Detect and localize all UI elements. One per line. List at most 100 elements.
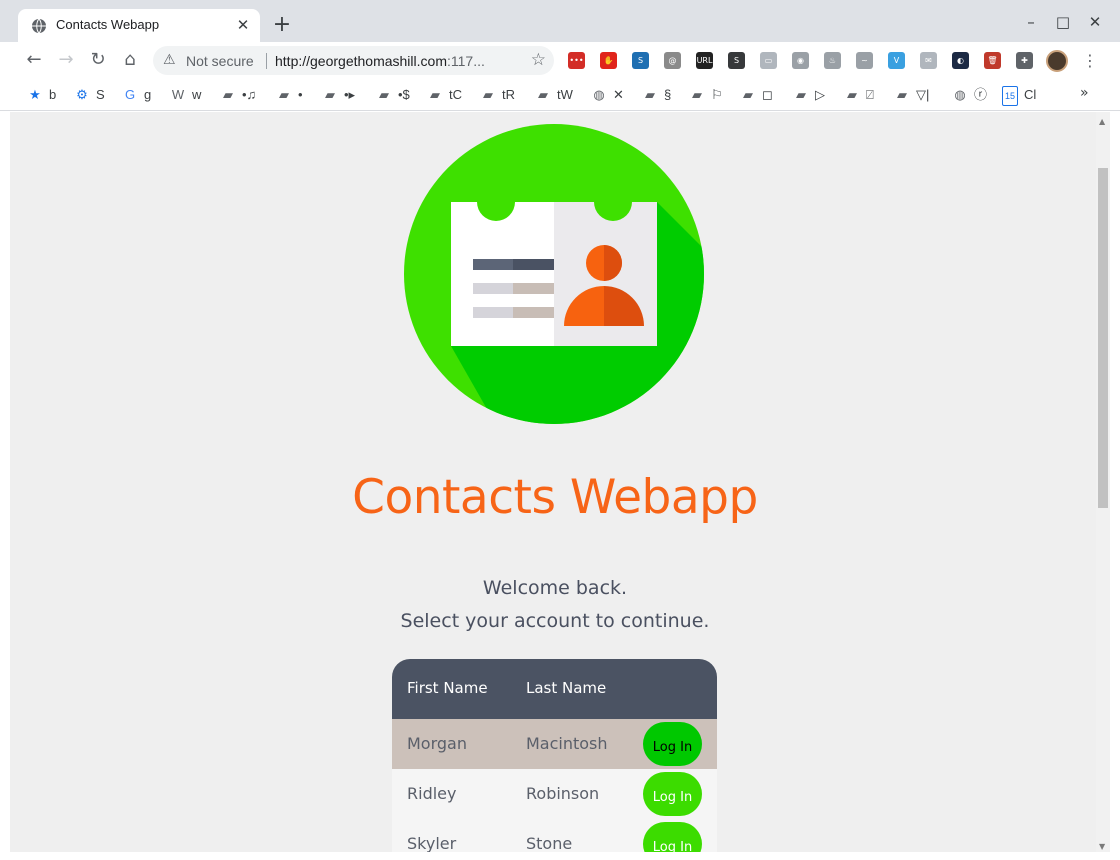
bookmark-item[interactable]: Ww <box>170 86 202 104</box>
trash-ext-icon[interactable]: 🗑 <box>984 52 1001 69</box>
bookmark-icon: ⚙ <box>76 87 88 102</box>
bookmark-label: tW <box>557 87 573 102</box>
bookmark-item[interactable]: 15 Cl <box>1002 86 1036 106</box>
window-frame-right <box>1110 112 1120 860</box>
row-first-name: Ridley <box>407 784 457 803</box>
bookmark-item[interactable]: ⚙ S <box>74 86 105 104</box>
url-ext-icon[interactable]: URL <box>696 52 713 69</box>
table-row[interactable]: Morgan Macintosh Log In <box>392 719 717 769</box>
reload-button[interactable]: ↻ <box>86 48 110 72</box>
bookmark-icon: ▰ <box>379 87 389 102</box>
bookmark-item[interactable]: ▰ ⍁ <box>844 86 874 104</box>
bookmark-icon: ▰ <box>483 87 493 102</box>
bookmark-icon: ▰ <box>645 87 655 102</box>
bookmark-icon: ▰ <box>743 87 753 102</box>
s2-ext-icon[interactable]: S <box>728 52 745 69</box>
bookmark-icon: ▰ <box>430 87 440 102</box>
lastpass-icon[interactable]: ••• <box>568 52 585 69</box>
bookmark-item[interactable]: ▰ § <box>642 86 671 104</box>
bookmark-item[interactable]: ▰ ⚐ <box>689 86 723 104</box>
bookmark-item[interactable]: ▰ tW <box>535 86 573 104</box>
bookmark-item[interactable]: ▰ •$ <box>376 86 410 104</box>
bookmark-item[interactable]: ◍ ✕ <box>591 86 624 104</box>
adblock-icon[interactable]: ✋ <box>600 52 617 69</box>
globe-icon <box>32 18 46 34</box>
table-row[interactable]: Ridley Robinson Log In <box>392 769 717 819</box>
bookmark-icon: ▰ <box>692 87 702 102</box>
welcome-text: Welcome back. <box>482 577 628 599</box>
url-host: http://georgethomashill.com <box>275 53 447 69</box>
bookmark-icon: ★ <box>29 87 41 102</box>
bookmark-item[interactable]: ▰ ▽| <box>894 86 929 104</box>
bookmark-icon: ▰ <box>897 87 907 102</box>
wave-ext-icon[interactable]: ~ <box>856 52 873 69</box>
card-ext-icon[interactable]: ▭ <box>760 52 777 69</box>
url-rest: :117... <box>446 53 485 69</box>
bookmark-star-icon[interactable]: ☆ <box>531 50 546 70</box>
bookmark-item[interactable]: ◍ ⓡ <box>952 86 987 104</box>
tab-close-icon[interactable]: ✕ <box>234 16 252 34</box>
home-button[interactable]: ⌂ <box>118 48 142 72</box>
bookmark-item[interactable]: ▰ ◻ <box>740 86 773 104</box>
table-row[interactable]: Skyler Stone Log In <box>392 819 717 852</box>
bookmark-icon: ▰ <box>796 87 806 102</box>
note-ext-icon[interactable]: @ <box>664 52 681 69</box>
profile-avatar[interactable] <box>1046 50 1068 72</box>
bookmark-label: S <box>96 87 105 102</box>
tab-contacts-webapp[interactable]: Contacts Webapp ✕ <box>18 9 260 42</box>
accounts-table: First Name Last Name Morgan Macintosh Lo… <box>392 659 717 852</box>
bookmark-label: ✕ <box>613 87 624 102</box>
address-bar[interactable]: ⚠ Not secure http://georgethomashill.com… <box>153 46 554 75</box>
bookmark-icon: 15 <box>1002 86 1018 106</box>
bookmark-item[interactable]: ▰ •♫ <box>220 86 256 104</box>
bookmark-icon: ▰ <box>279 87 289 102</box>
v-ext-icon[interactable]: V <box>888 52 905 69</box>
bookmarks-more-icon[interactable]: » <box>1080 85 1089 101</box>
fire-ext-icon[interactable]: ♨ <box>824 52 841 69</box>
bookmark-item[interactable]: ★ b <box>27 86 56 104</box>
header-last-name: Last Name <box>526 679 607 697</box>
scroll-up-arrow-icon[interactable]: ▲ <box>1099 117 1105 126</box>
bookmark-icon: W <box>171 87 185 102</box>
bookmark-item[interactable]: Gg <box>122 86 151 104</box>
login-button[interactable]: Log In <box>643 722 702 766</box>
scrollbar-thumb[interactable] <box>1098 168 1108 508</box>
window-frame-bottom <box>0 852 1120 860</box>
maximize-button[interactable]: □ <box>1052 12 1074 32</box>
bookmark-item[interactable]: ▰ • <box>276 86 303 104</box>
scroll-down-arrow-icon[interactable]: ▼ <box>1099 842 1105 851</box>
browser-window: Contacts Webapp ✕ + – □ ✕ ← → ↻ ⌂ ⚠ Not … <box>0 0 1120 860</box>
window-frame-left <box>0 112 10 860</box>
bookmark-item[interactable]: ▰ tR <box>480 86 515 104</box>
security-label[interactable]: Not secure <box>186 53 254 69</box>
s-ext-icon[interactable]: S <box>632 52 649 69</box>
minimize-button[interactable]: – <box>1020 12 1042 32</box>
bookmark-icon: G <box>124 87 136 102</box>
row-first-name: Skyler <box>407 834 457 852</box>
new-tab-button[interactable]: + <box>271 14 293 36</box>
bookmark-item[interactable]: ▰ •▸ <box>322 86 355 104</box>
mail-ext-icon[interactable]: ✉ <box>920 52 937 69</box>
bookmark-icon: ▰ <box>847 87 857 102</box>
close-window-button[interactable]: ✕ <box>1084 12 1106 32</box>
camera-ext-icon[interactable]: ◉ <box>792 52 809 69</box>
puzzle-ext-icon[interactable]: ✚ <box>1016 52 1033 69</box>
forward-button[interactable]: → <box>54 48 78 72</box>
bookmark-label: •♫ <box>242 87 257 102</box>
select-account-prompt: Select your account to continue. <box>400 610 710 632</box>
login-button[interactable]: Log In <box>643 772 702 816</box>
browser-toolbar: ← → ↻ ⌂ ⚠ Not secure http://georgethomas… <box>0 42 1120 78</box>
page-viewport: Contacts Webapp Welcome back. Select you… <box>10 112 1096 852</box>
tab-title: Contacts Webapp <box>56 17 160 32</box>
back-button[interactable]: ← <box>22 48 46 72</box>
browser-menu-icon[interactable]: ⋮ <box>1082 50 1098 72</box>
moon-ext-icon[interactable]: ◐ <box>952 52 969 69</box>
url-text[interactable]: http://georgethomashill.com:117... <box>275 53 485 69</box>
bookmark-item[interactable]: ▰ ▷ <box>793 86 825 104</box>
bookmark-label: ▽| <box>916 87 930 102</box>
bookmark-label: § <box>664 87 672 102</box>
bookmark-item[interactable]: ▰ tC <box>427 86 462 104</box>
bookmark-label: g <box>144 87 152 102</box>
bookmark-label: •▸ <box>344 87 356 102</box>
login-button[interactable]: Log In <box>643 822 702 852</box>
